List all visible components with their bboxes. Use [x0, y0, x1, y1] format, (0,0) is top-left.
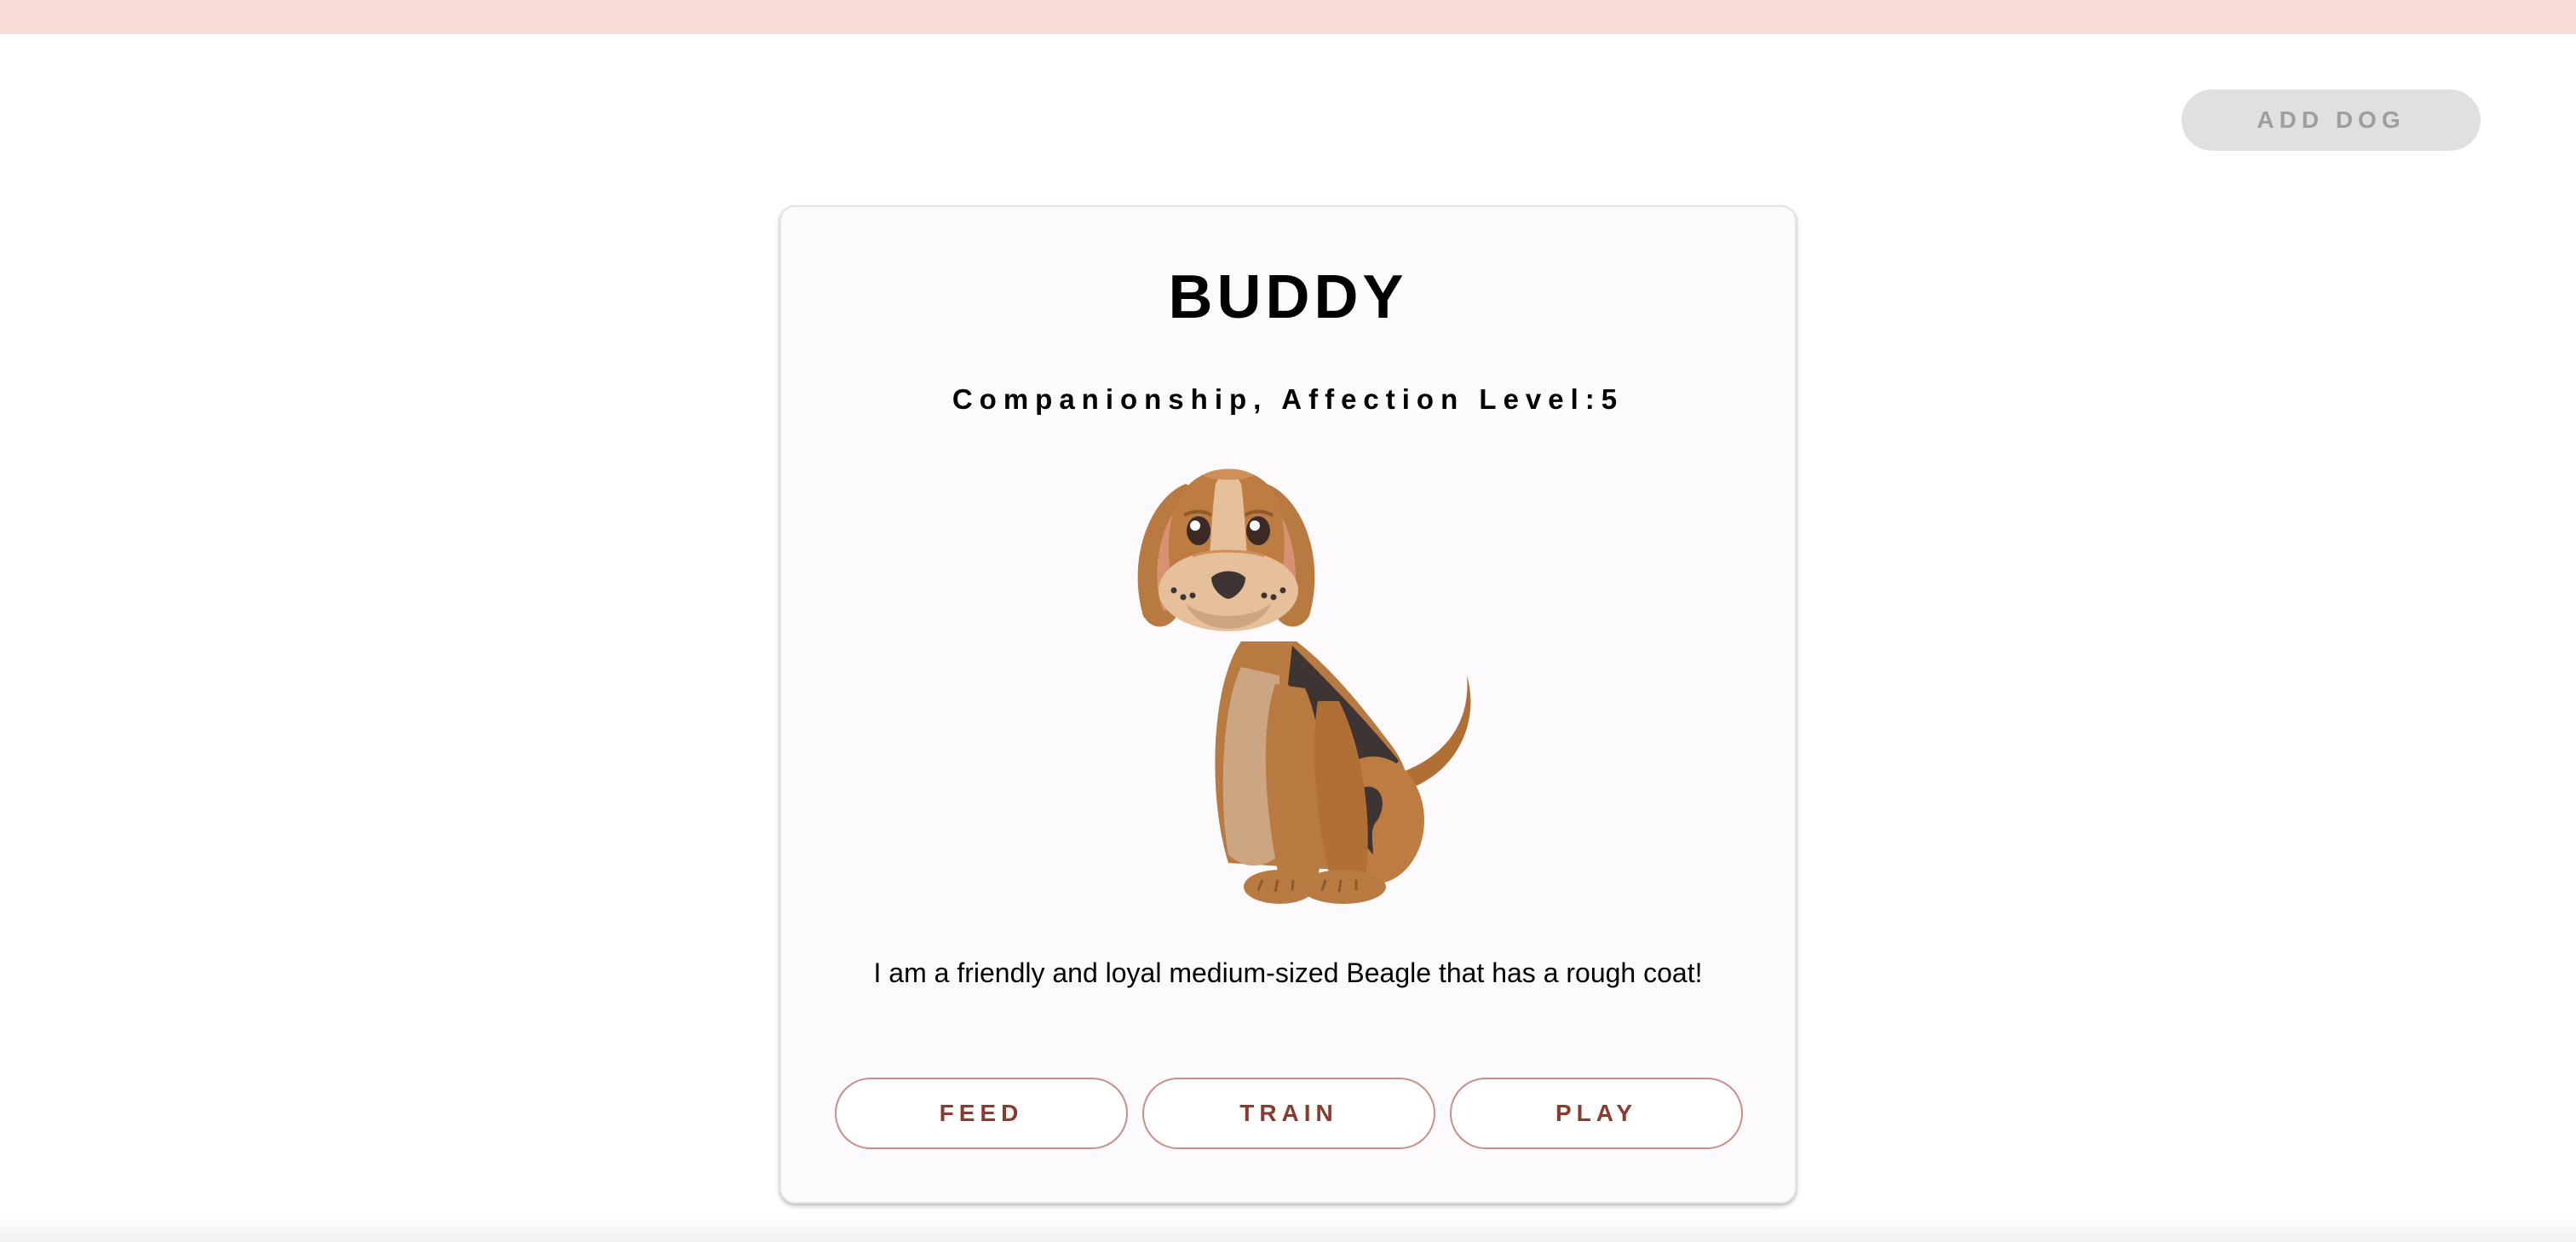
feed-button[interactable]: FEED [835, 1078, 1128, 1149]
top-app-bar [0, 0, 2576, 34]
dog-description: I am a friendly and loyal medium-sized B… [873, 957, 1703, 988]
dog-actions: FEED TRAIN PLAY [835, 1078, 1743, 1149]
dog-name: BUDDY [1168, 263, 1408, 331]
bottom-bar-edge [0, 1216, 2576, 1242]
dog-subtitle: Companionship, Affection Level:5 [952, 383, 1624, 415]
dog-card: BUDDY Companionship, Affection Level:5 I… [779, 205, 1797, 1204]
beagle-illustration [1137, 469, 1471, 904]
train-button[interactable]: TRAIN [1142, 1078, 1435, 1149]
play-button[interactable]: PLAY [1450, 1078, 1743, 1149]
add-dog-button[interactable]: ADD DOG [2182, 89, 2481, 151]
